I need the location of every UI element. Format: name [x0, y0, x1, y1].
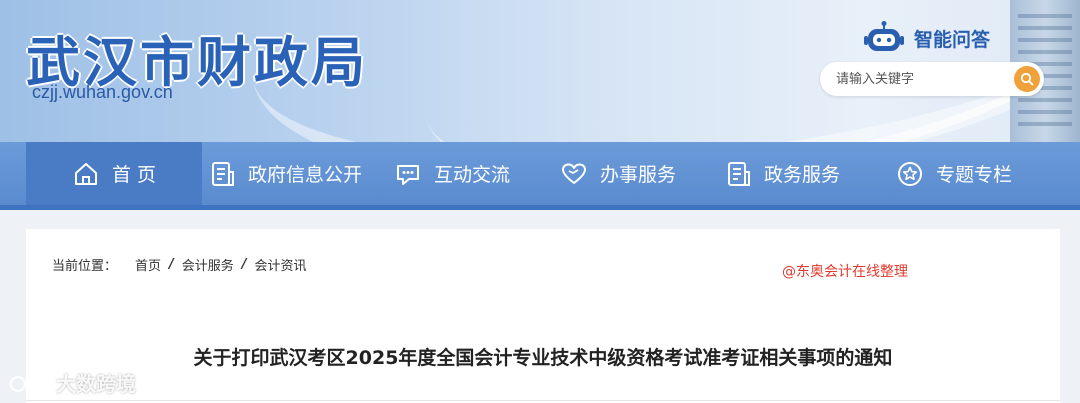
breadcrumb-separator: / — [241, 257, 247, 272]
divider — [26, 400, 1060, 401]
search-button[interactable] — [1014, 66, 1040, 92]
nav-label: 政务服务 — [764, 164, 841, 186]
list-icon — [728, 161, 750, 186]
smart-qa-label: 智能问答 — [914, 28, 991, 51]
document-icon — [212, 161, 234, 186]
content-card: 当前位置： 首页 / 会计服务 / 会计资讯 @东奥会计在线整理 关于打印武汉考… — [26, 229, 1060, 403]
smart-qa-button[interactable]: 智能问答 — [864, 20, 990, 56]
star-icon — [898, 161, 922, 186]
nav-item-topics[interactable]: 专题专栏 — [896, 142, 1012, 205]
nav-label: 专题专栏 — [936, 164, 1013, 186]
breadcrumb-link-accounting-services[interactable]: 会计服务 — [182, 255, 234, 274]
nav-label: 首 页 — [112, 164, 157, 186]
nav-item-home[interactable]: 首 页 — [26, 142, 202, 205]
search-icon — [1020, 72, 1034, 86]
corner-watermark: 大数跨境 — [8, 368, 136, 397]
nav-label: 互动交流 — [434, 164, 511, 186]
nav-item-interaction[interactable]: 互动交流 — [394, 142, 510, 205]
chat-icon — [397, 164, 419, 185]
nav-label: 办事服务 — [600, 164, 677, 186]
main-nav: 首 页 政府信息公开 互动交流 办事服务 政务服务 专题专栏 — [0, 142, 1080, 210]
search-input[interactable] — [836, 69, 1006, 89]
heart-icon — [562, 163, 586, 184]
site-domain: czjj.wuhan.gov.cn — [32, 82, 173, 102]
breadcrumb: 当前位置： 首页 / 会计服务 / 会计资讯 — [52, 255, 307, 274]
watermark-text: 大数跨境 — [56, 372, 136, 396]
home-icon — [75, 162, 97, 185]
overlay-note: @东奥会计在线整理 — [782, 264, 908, 280]
breadcrumb-prefix: 当前位置： — [52, 259, 118, 274]
nav-label: 政府信息公开 — [248, 164, 363, 186]
nav-item-gov-info[interactable]: 政府信息公开 — [210, 142, 362, 205]
robot-icon — [864, 21, 904, 51]
header-banner: 武汉市财政局 czjj.wuhan.gov.cn 智能问答 — [0, 0, 1080, 142]
nav-item-services[interactable]: 办事服务 — [560, 142, 676, 205]
breadcrumb-link-home[interactable]: 首页 — [135, 255, 161, 274]
search-box — [820, 62, 1044, 96]
nav-item-gov-services[interactable]: 政务服务 — [726, 142, 840, 205]
breadcrumb-link-accounting-news[interactable]: 会计资讯 — [255, 255, 307, 274]
breadcrumb-separator: / — [169, 257, 174, 272]
article-title: 关于打印武汉考区2025年度全国会计专业技术中级资格考试准考证相关事项的通知 — [193, 347, 893, 369]
watermark-logo-icon — [10, 372, 49, 392]
